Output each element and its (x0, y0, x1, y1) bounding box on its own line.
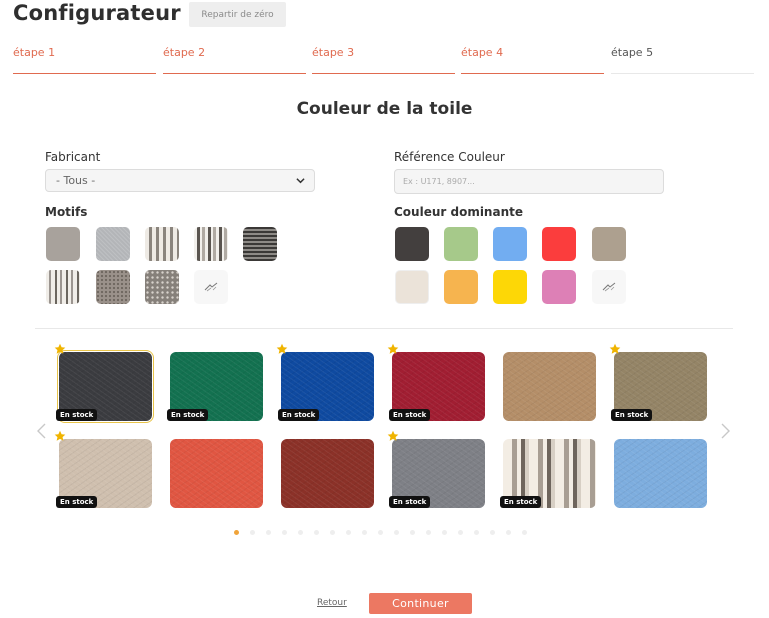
pattern-swatch-fine-stripes[interactable] (46, 270, 80, 304)
pagination-dot[interactable] (298, 530, 303, 535)
pagination-dot[interactable] (378, 530, 383, 535)
page-title: Configurateur (13, 1, 181, 25)
pagination-dot[interactable] (314, 530, 319, 535)
color-swatch-blue[interactable] (493, 227, 527, 261)
fabric-tile[interactable] (170, 439, 263, 508)
pagination-dot[interactable] (234, 530, 239, 535)
fabric-tile[interactable] (503, 352, 596, 421)
step-label: étape 1 (13, 46, 56, 59)
step-label: étape 2 (163, 46, 206, 59)
in-stock-badge: En stock (56, 496, 98, 508)
color-swatch-cream[interactable] (395, 270, 429, 304)
color-swatch-dark-grey[interactable] (395, 227, 429, 261)
star-icon (387, 430, 399, 441)
pattern-swatch-other[interactable] (194, 270, 228, 304)
color-swatch-pink[interactable] (542, 270, 576, 304)
divider (35, 328, 733, 329)
color-reference-input[interactable] (394, 169, 664, 194)
chevron-down-icon (296, 178, 305, 184)
dominant-color-label: Couleur dominante (394, 205, 523, 219)
star-icon (54, 343, 66, 354)
pagination-dot[interactable] (490, 530, 495, 535)
step-5[interactable]: étape 5 (611, 38, 754, 74)
chevron-left-icon[interactable] (36, 423, 48, 439)
brush-icon (204, 282, 218, 292)
pagination-dot[interactable] (362, 530, 367, 535)
in-stock-badge: En stock (56, 409, 98, 421)
color-swatch-multicolor[interactable] (592, 270, 626, 304)
color-swatch-yellow[interactable] (493, 270, 527, 304)
in-stock-badge: En stock (389, 409, 431, 421)
star-icon (54, 430, 66, 441)
star-icon (609, 343, 621, 354)
fabric-tile[interactable] (614, 439, 707, 508)
brush-icon (602, 282, 616, 292)
patterns-label: Motifs (45, 205, 88, 219)
color-reference-label: Référence Couleur (394, 150, 505, 164)
star-icon (276, 343, 288, 354)
pagination-dot[interactable] (394, 530, 399, 535)
section-title: Couleur de la toile (296, 99, 473, 119)
manufacturer-label: Fabricant (45, 150, 101, 164)
pagination-dot[interactable] (346, 530, 351, 535)
step-1[interactable]: étape 1 (13, 38, 156, 74)
back-link[interactable]: Retour (317, 598, 347, 608)
manufacturer-select[interactable]: - Tous - (45, 169, 315, 192)
pagination-dot[interactable] (266, 530, 271, 535)
step-label: étape 5 (611, 46, 654, 59)
in-stock-badge: En stock (389, 496, 431, 508)
pattern-swatch-horizontal-stripes[interactable] (243, 227, 277, 261)
continue-button[interactable]: Continuer (369, 593, 472, 614)
pagination-dot[interactable] (474, 530, 479, 535)
pattern-swatch-dotted[interactable] (96, 270, 130, 304)
in-stock-badge: En stock (278, 409, 320, 421)
star-icon (387, 343, 399, 354)
pattern-swatch-stripes[interactable] (145, 227, 179, 261)
pagination-dot[interactable] (410, 530, 415, 535)
color-swatch-taupe[interactable] (592, 227, 626, 261)
pagination-dot[interactable] (522, 530, 527, 535)
color-swatch-green[interactable] (444, 227, 478, 261)
manufacturer-select-value: - Tous - (56, 174, 96, 187)
chevron-right-icon[interactable] (719, 423, 731, 439)
pattern-swatch-geometric[interactable] (145, 270, 179, 304)
color-swatch-orange[interactable] (444, 270, 478, 304)
pagination-dot[interactable] (442, 530, 447, 535)
in-stock-badge: En stock (611, 409, 653, 421)
pagination-dot[interactable] (282, 530, 287, 535)
pagination-dot[interactable] (506, 530, 511, 535)
in-stock-badge: En stock (500, 496, 542, 508)
in-stock-badge: En stock (167, 409, 209, 421)
pattern-swatch-textured[interactable] (96, 227, 130, 261)
step-progress: étape 1 étape 2 étape 3 étape 4 étape 5 (13, 38, 754, 74)
pattern-swatch-mixed-stripes[interactable] (194, 227, 228, 261)
step-2[interactable]: étape 2 (163, 38, 306, 74)
color-swatch-red[interactable] (542, 227, 576, 261)
step-label: étape 4 (461, 46, 504, 59)
step-4[interactable]: étape 4 (461, 38, 604, 74)
pagination-dot[interactable] (330, 530, 335, 535)
pagination-dot[interactable] (426, 530, 431, 535)
pattern-swatch-plain[interactable] (46, 227, 80, 261)
step-3[interactable]: étape 3 (312, 38, 455, 74)
carousel-pagination (0, 530, 769, 536)
fabric-tile[interactable] (281, 439, 374, 508)
step-label: étape 3 (312, 46, 355, 59)
pagination-dot[interactable] (458, 530, 463, 535)
reset-button[interactable]: Repartir de zéro (189, 2, 286, 27)
pagination-dot[interactable] (250, 530, 255, 535)
